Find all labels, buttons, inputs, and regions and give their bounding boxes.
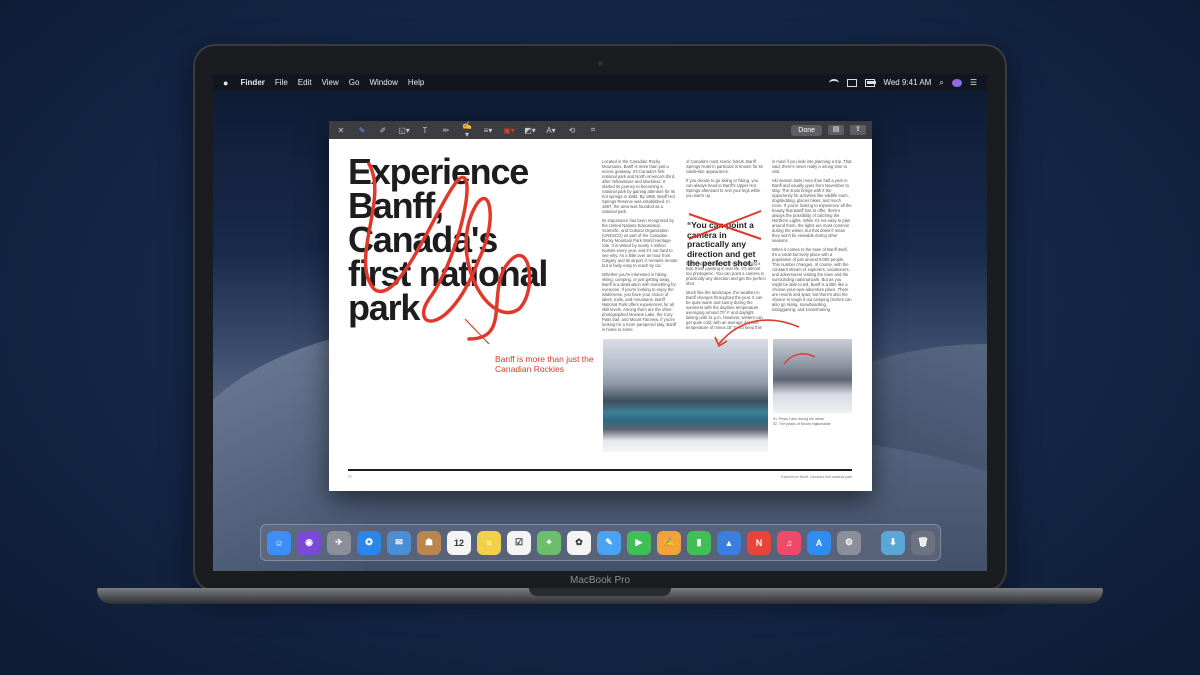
menu-help[interactable]: Help xyxy=(408,78,424,87)
body-column-2-bottom: Either way, visiting Banff is like visit… xyxy=(686,261,766,334)
dock-keynote-icon[interactable]: ▲ xyxy=(717,530,741,555)
page-number: 27 xyxy=(348,475,352,479)
markup-toolbar: ✕ ✎ ✐ ◱▾ T ✏ ✍▾ ≡▾ ▣▾ ◩▾ A▾ ⟲ ⌗ Done ▤ ⇪ xyxy=(329,121,872,139)
menu-window[interactable]: Window xyxy=(369,78,397,87)
camera xyxy=(598,61,603,66)
footer-rule xyxy=(348,469,852,471)
dock-numbers-icon[interactable]: ▮ xyxy=(687,530,711,555)
headline-line: Experience xyxy=(348,151,529,192)
preview-window: ✕ ✎ ✐ ◱▾ T ✏ ✍▾ ≡▾ ▣▾ ◩▾ A▾ ⟲ ⌗ Done ▤ ⇪… xyxy=(329,121,872,491)
lake-photo xyxy=(603,339,768,452)
wifi-icon[interactable] xyxy=(829,78,840,87)
dock-safari-icon[interactable]: ✪ xyxy=(357,530,381,555)
dock-siri-icon[interactable]: ◉ xyxy=(297,530,321,555)
text-icon[interactable]: T xyxy=(419,126,431,135)
close-icon[interactable]: ✕ xyxy=(335,126,347,135)
dock: ☺ ◉ ✈ ✪ ✉ ☗ 12 ≡ ☑ ⌖ ✿ ✎ ▶ ✍ ▮ ▲ N ♫ A ⚙ ⬇ 🗑 xyxy=(260,524,941,561)
headline-line: park xyxy=(348,287,420,328)
document-page: Experience Banff, Canada's first nationa… xyxy=(329,139,872,491)
dock-finder-icon[interactable]: ☺ xyxy=(267,530,291,555)
trash-icon[interactable]: ▤ xyxy=(828,125,844,135)
paragraph: Whether you're interested in hiking, ski… xyxy=(602,272,677,332)
line-style-icon[interactable]: ≡▾ xyxy=(482,126,494,135)
running-footer: Experience Banff, Canada's first nationa… xyxy=(781,475,852,479)
sketch-icon[interactable]: ✎ xyxy=(356,126,368,135)
headline-line: Banff, xyxy=(348,185,444,226)
draw-icon[interactable]: ✐ xyxy=(377,126,389,135)
lid-notch xyxy=(529,588,671,596)
paragraph: Either way, visiting Banff is like visit… xyxy=(686,261,766,286)
dock-photos-icon[interactable]: ✿ xyxy=(567,530,591,555)
siri-icon[interactable] xyxy=(951,78,962,87)
menu-file[interactable]: File xyxy=(275,78,288,87)
dock-trash-icon[interactable]: 🗑 xyxy=(911,530,935,555)
menu-go[interactable]: Go xyxy=(349,78,360,87)
paragraph: Ski season lasts more than half a year i… xyxy=(772,178,852,243)
font-icon[interactable]: A▾ xyxy=(545,126,557,135)
desktop: ● Finder File Edit View Go Window Help W… xyxy=(213,74,987,571)
dock-reminders-icon[interactable]: ☑ xyxy=(507,530,531,555)
fill-color-icon[interactable]: ◩▾ xyxy=(524,126,536,135)
paragraph: When it comes to the town of Banff itsel… xyxy=(772,247,852,312)
menu-view[interactable]: View xyxy=(322,78,339,87)
paragraph: of Canada's most scenic hotels. Banff Sp… xyxy=(686,159,763,174)
dock-music-icon[interactable]: ♫ xyxy=(777,530,801,555)
dock-contacts-icon[interactable]: ☗ xyxy=(417,530,441,555)
body-column-3: in mind if you look into planning a trip… xyxy=(772,159,852,316)
mountain-photo xyxy=(773,339,852,413)
dock-system-preferences-icon[interactable]: ⚙ xyxy=(837,530,861,555)
highlight-icon[interactable]: ✏ xyxy=(440,126,452,135)
dock-downloads-folder-icon[interactable]: ⬇ xyxy=(881,530,905,555)
spotlight-icon[interactable]: ⌕ xyxy=(939,78,943,88)
photo-caption: 01. Peyto Lake during the winter 02. The… xyxy=(773,417,853,426)
share-icon[interactable]: ⇪ xyxy=(850,125,866,135)
notification-center-icon[interactable]: ☰ xyxy=(970,78,977,87)
border-color-icon[interactable]: ▣▾ xyxy=(503,126,515,135)
done-button[interactable]: Done xyxy=(791,124,822,136)
menu-bar: ● Finder File Edit View Go Window Help W… xyxy=(213,74,987,91)
menu-edit[interactable]: Edit xyxy=(298,78,312,87)
caption-line: 02. The peaks of Mount Inglismaldie xyxy=(773,421,831,426)
apple-menu-icon[interactable]: ● xyxy=(223,78,228,88)
paragraph: Much like the landscape, the weather in … xyxy=(686,290,763,330)
airplay-icon[interactable] xyxy=(847,78,858,87)
paragraph: in mind if you look into planning a trip… xyxy=(772,159,852,174)
dock-mail-icon[interactable]: ✉ xyxy=(387,530,411,555)
dock-calendar-icon[interactable]: 12 xyxy=(447,530,471,555)
dock-messages-icon[interactable]: ✎ xyxy=(597,530,621,555)
device-brand-label: MacBook Pro xyxy=(569,575,631,586)
headline-line: first national xyxy=(348,253,548,294)
dock-news-icon[interactable]: N xyxy=(747,530,771,555)
paragraph: Located in the Canadian Rocky Mountains,… xyxy=(602,159,676,214)
dock-launchpad-icon[interactable]: ✈ xyxy=(327,530,351,555)
paragraph: If you decide to go skiing or hiking, yo… xyxy=(686,178,761,198)
shapes-icon[interactable]: ◱▾ xyxy=(398,126,410,135)
dock-maps-icon[interactable]: ⌖ xyxy=(537,530,561,555)
rotate-icon[interactable]: ⟲ xyxy=(566,126,578,135)
body-column-1: Located in the Canadian Rocky Mountains,… xyxy=(602,159,678,336)
page-headline: Experience Banff, Canada's first nationa… xyxy=(348,151,588,328)
body-column-2-top: of Canada's most scenic hotels. Banff Sp… xyxy=(686,159,766,202)
menu-app-name[interactable]: Finder xyxy=(240,78,264,87)
dock-facetime-icon[interactable]: ▶ xyxy=(627,530,651,555)
dock-pages-icon[interactable]: ✍ xyxy=(657,530,681,555)
paragraph: Its importance has been recognized by th… xyxy=(602,218,678,268)
dock-notes-icon[interactable]: ≡ xyxy=(477,530,501,555)
sign-icon[interactable]: ✍▾ xyxy=(461,121,473,139)
battery-icon[interactable] xyxy=(865,78,877,87)
clock[interactable]: Wed 9:41 AM xyxy=(883,78,931,87)
headline-line: Canada's xyxy=(348,219,498,260)
dock-app-store-icon[interactable]: A xyxy=(807,530,831,555)
crop-icon[interactable]: ⌗ xyxy=(587,125,599,135)
annotation-text[interactable]: Banff is more than just the Canadian Roc… xyxy=(495,354,605,374)
